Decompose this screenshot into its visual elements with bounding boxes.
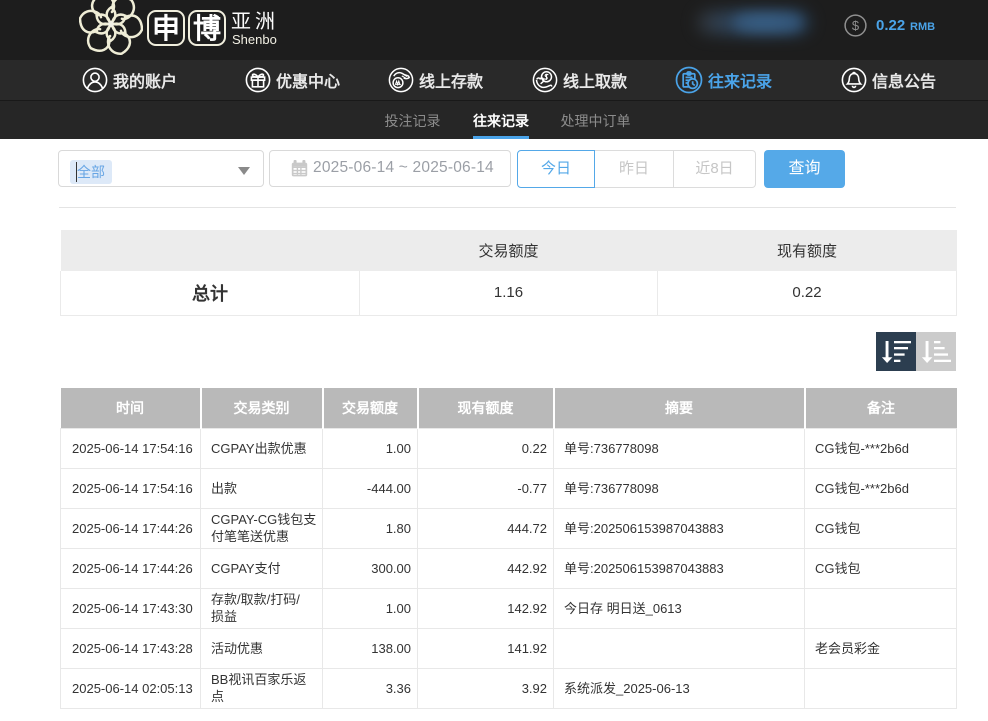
svg-text:$: $ — [852, 18, 860, 33]
